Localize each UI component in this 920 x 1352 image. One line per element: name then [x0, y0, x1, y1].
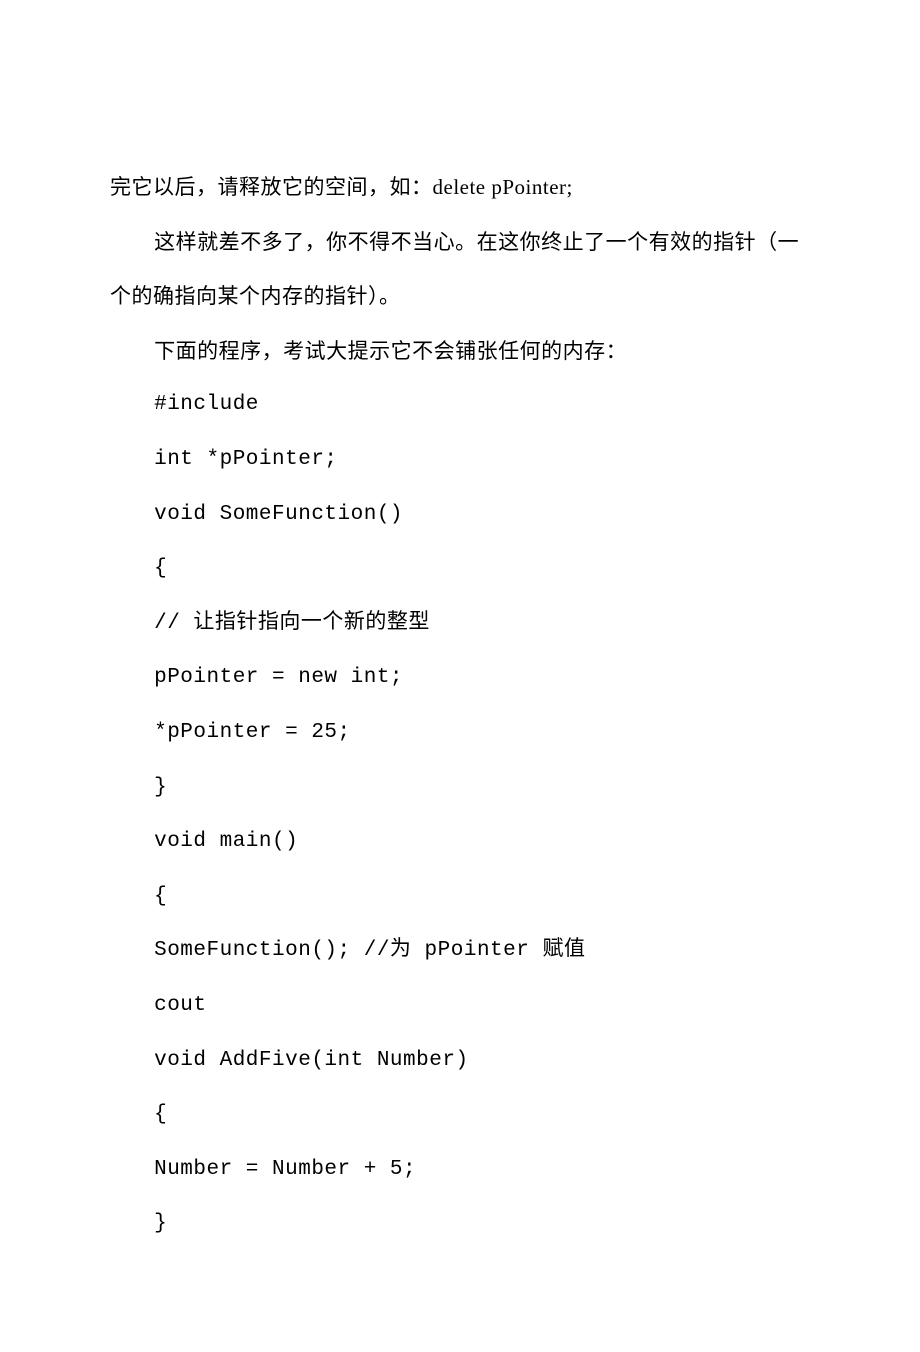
code-line: } — [110, 761, 810, 816]
code-line: void AddFive(int Number) — [110, 1034, 810, 1089]
code-line: Number = Number + 5; — [110, 1143, 810, 1198]
document-page: 完它以后，请释放它的空间，如：delete pPointer; 这样就差不多了，… — [0, 0, 920, 1352]
code-line: { — [110, 870, 810, 925]
code-line: #include — [110, 378, 810, 433]
code-line: } — [110, 1197, 810, 1252]
code-line: void SomeFunction() — [110, 488, 810, 543]
code-line: { — [110, 1088, 810, 1143]
text-line: 完它以后，请释放它的空间，如：delete pPointer; — [110, 160, 810, 215]
code-line: void main() — [110, 815, 810, 870]
text-line: 下面的程序，考试大提示它不会铺张任何的内存： — [110, 324, 810, 379]
text-line: 个的确指向某个内存的指针）。 — [110, 269, 810, 324]
code-line: // 让指针指向一个新的整型 — [110, 597, 810, 652]
text-line: 这样就差不多了，你不得不当心。在这你终止了一个有效的指针（一 — [110, 215, 810, 270]
code-line: { — [110, 542, 810, 597]
code-line: cout — [110, 979, 810, 1034]
code-line: int *pPointer; — [110, 433, 810, 488]
code-line: pPointer = new int; — [110, 651, 810, 706]
code-line: *pPointer = 25; — [110, 706, 810, 761]
code-line: SomeFunction(); //为 pPointer 赋值 — [110, 924, 810, 979]
